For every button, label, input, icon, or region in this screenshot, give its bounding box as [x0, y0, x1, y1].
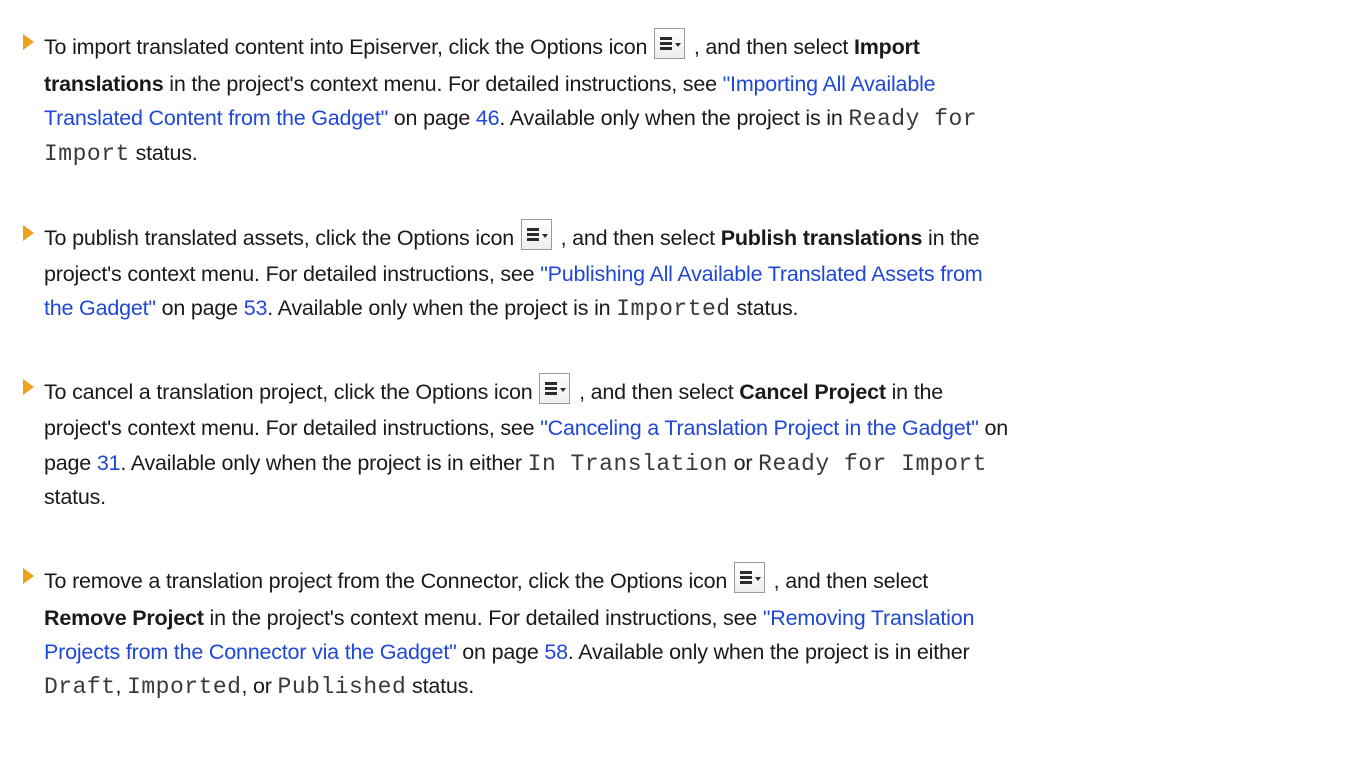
- text: , and then select: [560, 226, 721, 250]
- text: on page: [155, 296, 244, 320]
- text: , and then select: [693, 35, 849, 59]
- text: . Available only when the project is in: [499, 106, 849, 130]
- text-line: Remove Project in the project's context …: [44, 603, 974, 633]
- status-code: Ready for Import: [758, 451, 987, 477]
- options-menu-icon: [520, 219, 552, 250]
- options-menu-icon: [733, 562, 765, 593]
- menu-option-name: Import: [853, 35, 920, 59]
- text: in the project's context menu. For detai…: [203, 606, 763, 630]
- status-code: Imported: [127, 674, 242, 700]
- text-line: project's context menu. For detailed ins…: [44, 259, 983, 289]
- menu-option-name: translations: [44, 72, 164, 96]
- menu-option-name: Remove Project: [44, 606, 204, 630]
- text: . Available only when the project is in: [267, 296, 617, 320]
- cross-reference-link[interactable]: "Canceling a Translation Project in the …: [540, 416, 979, 440]
- text-line: Draft, Imported, or Published status.: [44, 671, 474, 702]
- menu-option-name: Cancel Project: [739, 380, 886, 404]
- text: project's context menu. For detailed ins…: [44, 262, 541, 286]
- bullet-arrow-icon: [23, 34, 34, 50]
- text: status.: [406, 674, 474, 698]
- bullet-arrow-icon: [23, 225, 34, 241]
- text: , and then select: [773, 569, 929, 593]
- text: . Available only when the project is in …: [120, 451, 528, 475]
- page-number-link[interactable]: 31: [97, 451, 121, 475]
- text-line: To cancel a translation project, click t…: [44, 373, 943, 407]
- options-menu-icon: [654, 28, 686, 59]
- text: in the: [922, 226, 980, 250]
- text: in the: [885, 380, 944, 404]
- text: To import translated content into Episer…: [44, 35, 648, 59]
- cross-reference-link[interactable]: Translated Content from the Gadget": [44, 106, 388, 130]
- text: ,: [115, 674, 128, 698]
- text-line: status.: [44, 482, 106, 512]
- text: project's context menu. For detailed ins…: [44, 416, 541, 440]
- text: . Available only when the project is in …: [567, 640, 970, 664]
- text: , or: [241, 674, 278, 698]
- text-line: Import status.: [44, 138, 198, 169]
- text: To cancel a translation project, click t…: [44, 380, 533, 404]
- text: on: [978, 416, 1009, 440]
- text: in the project's context menu. For detai…: [163, 72, 723, 96]
- menu-option-name: Publish translations: [720, 226, 923, 250]
- bullet-arrow-icon: [23, 568, 34, 584]
- page-number-link[interactable]: 46: [476, 106, 500, 130]
- bullet-arrow-icon: [23, 379, 34, 395]
- text-line: To publish translated assets, click the …: [44, 219, 980, 253]
- text: , and then select: [579, 380, 740, 404]
- text-line: project's context menu. For detailed ins…: [44, 413, 1008, 443]
- cross-reference-link[interactable]: "Removing Translation: [763, 606, 975, 630]
- cross-reference-link[interactable]: the Gadget": [44, 296, 156, 320]
- text-line: Translated Content from the Gadget" on p…: [44, 103, 977, 134]
- text-line: To remove a translation project from the…: [44, 562, 928, 596]
- text: on page: [456, 640, 545, 664]
- status-code: Ready for: [848, 106, 978, 132]
- text-line: Projects from the Connector via the Gadg…: [44, 637, 970, 667]
- status-code: Draft: [44, 674, 116, 700]
- text: or: [727, 451, 759, 475]
- page-number-link[interactable]: 53: [244, 296, 268, 320]
- text: To publish translated assets, click the …: [44, 226, 515, 250]
- cross-reference-link[interactable]: "Publishing All Available Translated Ass…: [540, 262, 982, 286]
- status-code: Published: [277, 674, 407, 700]
- text: status.: [730, 296, 799, 320]
- text-line: page 31. Available only when the project…: [44, 448, 987, 479]
- cross-reference-link[interactable]: Projects from the Connector via the Gadg…: [44, 640, 457, 664]
- text-line: To import translated content into Episer…: [44, 28, 920, 62]
- page-number-link[interactable]: 58: [544, 640, 568, 664]
- text: on page: [388, 106, 476, 130]
- options-menu-icon: [539, 373, 571, 404]
- text: status.: [129, 141, 198, 165]
- status-code: In Translation: [527, 451, 728, 477]
- status-code: Import: [44, 141, 130, 167]
- text-line: the Gadget" on page 53. Available only w…: [44, 293, 799, 324]
- text: To remove a translation project from the…: [44, 569, 728, 593]
- cross-reference-link[interactable]: "Importing All Available: [723, 72, 936, 96]
- status-code: Imported: [616, 296, 731, 322]
- text-line: translations in the project's context me…: [44, 69, 936, 99]
- text: status.: [44, 485, 106, 509]
- text: page: [44, 451, 97, 475]
